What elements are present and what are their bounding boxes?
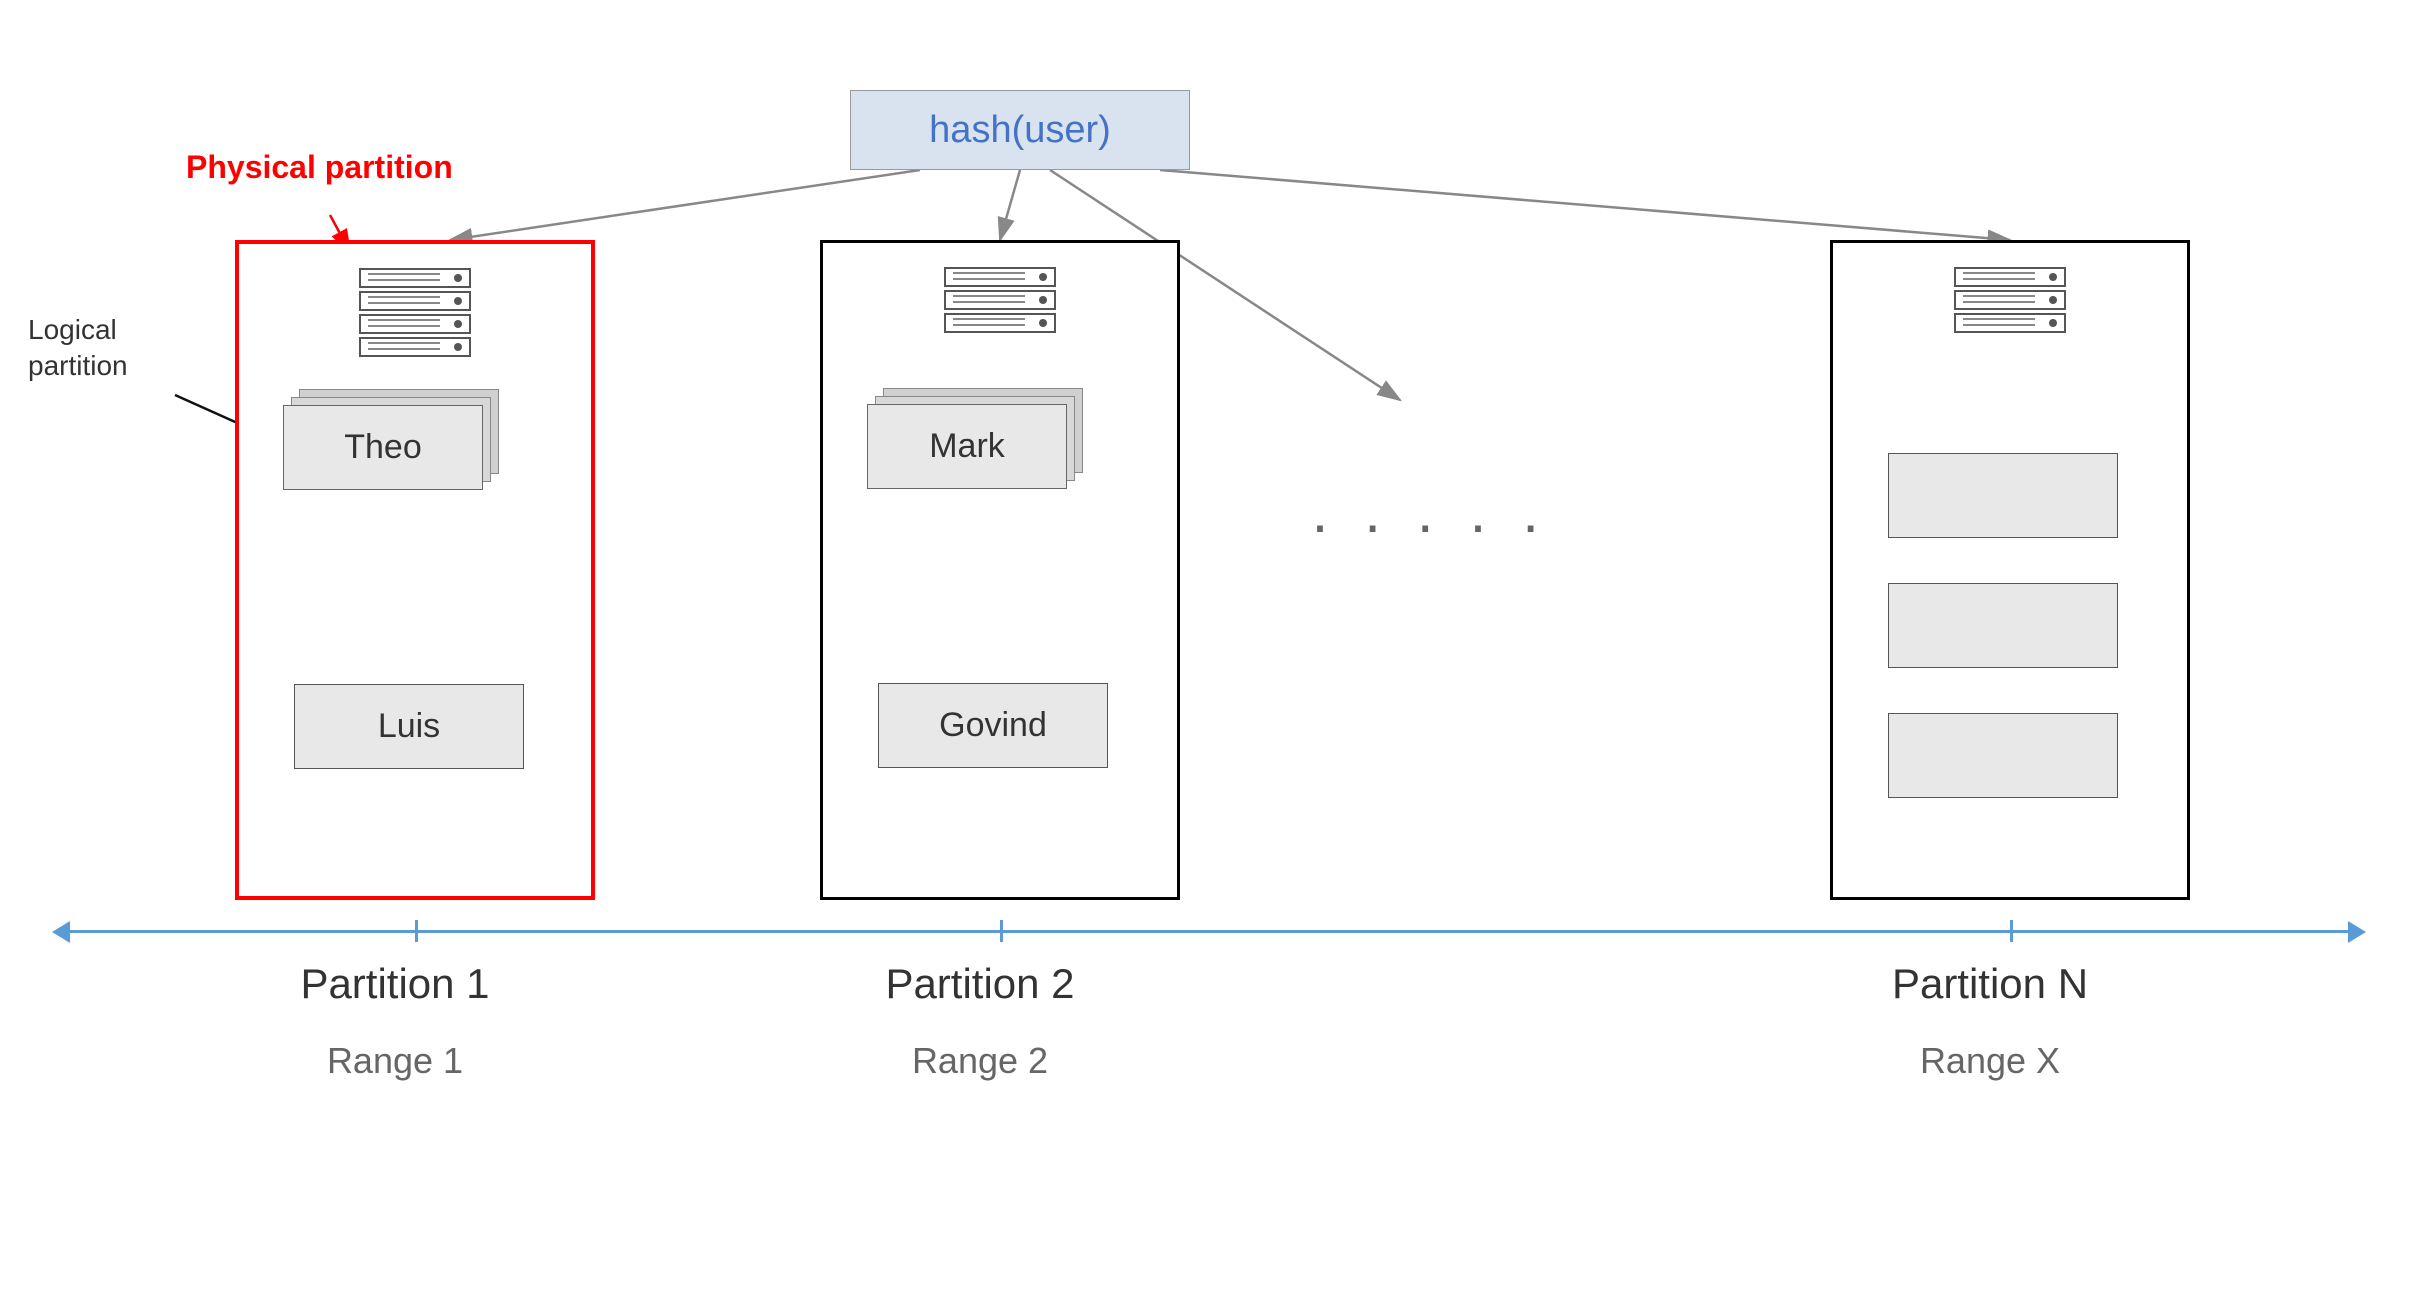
- tick-2: [1000, 920, 1003, 942]
- logical-partition-label: Logicalpartition: [28, 312, 128, 385]
- physical-partition-text: Physical partition: [186, 149, 453, 185]
- server-icon-pn: [1945, 263, 2075, 363]
- axis-arrow-left: [52, 921, 70, 943]
- server-icon-p2: [935, 263, 1065, 363]
- theo-label: Theo: [344, 428, 422, 467]
- govind-label: Govind: [939, 706, 1047, 745]
- partition-2-label-text: Partition 2: [885, 960, 1074, 1007]
- axis-arrow-right: [2348, 921, 2366, 943]
- partition-n-label: Partition N: [1790, 960, 2190, 1008]
- luis-record: Luis: [294, 684, 524, 769]
- hash-function-box: hash(user): [850, 90, 1190, 170]
- physical-partition-label: Physical partition: [186, 148, 453, 186]
- axis-line: [60, 930, 2358, 933]
- doc-stack-p2: Mark: [863, 388, 1083, 508]
- server-icon-p1: [350, 264, 480, 364]
- partition-n-container: [1830, 240, 2190, 900]
- hash-function-label: hash(user): [929, 109, 1111, 152]
- dots-text: · · · · ·: [1310, 491, 1549, 558]
- partition-1-label: Partition 1: [195, 960, 595, 1008]
- partition-1-container: Theo Luis: [235, 240, 595, 900]
- tick-n: [2010, 920, 2013, 942]
- range-1-label: Range 1: [195, 1040, 595, 1082]
- partition-n-label-text: Partition N: [1892, 960, 2088, 1007]
- doc-stack-p1: Theo: [279, 389, 499, 509]
- pn-empty-record-3: [1888, 713, 2118, 798]
- tick-1: [415, 920, 418, 942]
- range-x-text: Range X: [1920, 1040, 2060, 1081]
- govind-record: Govind: [878, 683, 1108, 768]
- diagram-container: hash(user) Physical partition Logicalpar…: [0, 0, 2418, 1316]
- logical-partition-text: Logicalpartition: [28, 314, 128, 381]
- partition-1-label-text: Partition 1: [300, 960, 489, 1007]
- range-2-text: Range 2: [912, 1040, 1048, 1081]
- range-1-text: Range 1: [327, 1040, 463, 1081]
- range-x-label: Range X: [1790, 1040, 2190, 1082]
- partition-2-label: Partition 2: [780, 960, 1180, 1008]
- pn-empty-record-1: [1888, 453, 2118, 538]
- mark-label: Mark: [929, 427, 1005, 466]
- doc-front-theo: Theo: [283, 405, 483, 490]
- doc-front-mark: Mark: [867, 404, 1067, 489]
- range-2-label: Range 2: [780, 1040, 1180, 1082]
- partition-2-container: Mark Govind: [820, 240, 1180, 900]
- luis-label: Luis: [378, 707, 440, 746]
- dots-separator: · · · · ·: [1310, 490, 1549, 559]
- pn-empty-record-2: [1888, 583, 2118, 668]
